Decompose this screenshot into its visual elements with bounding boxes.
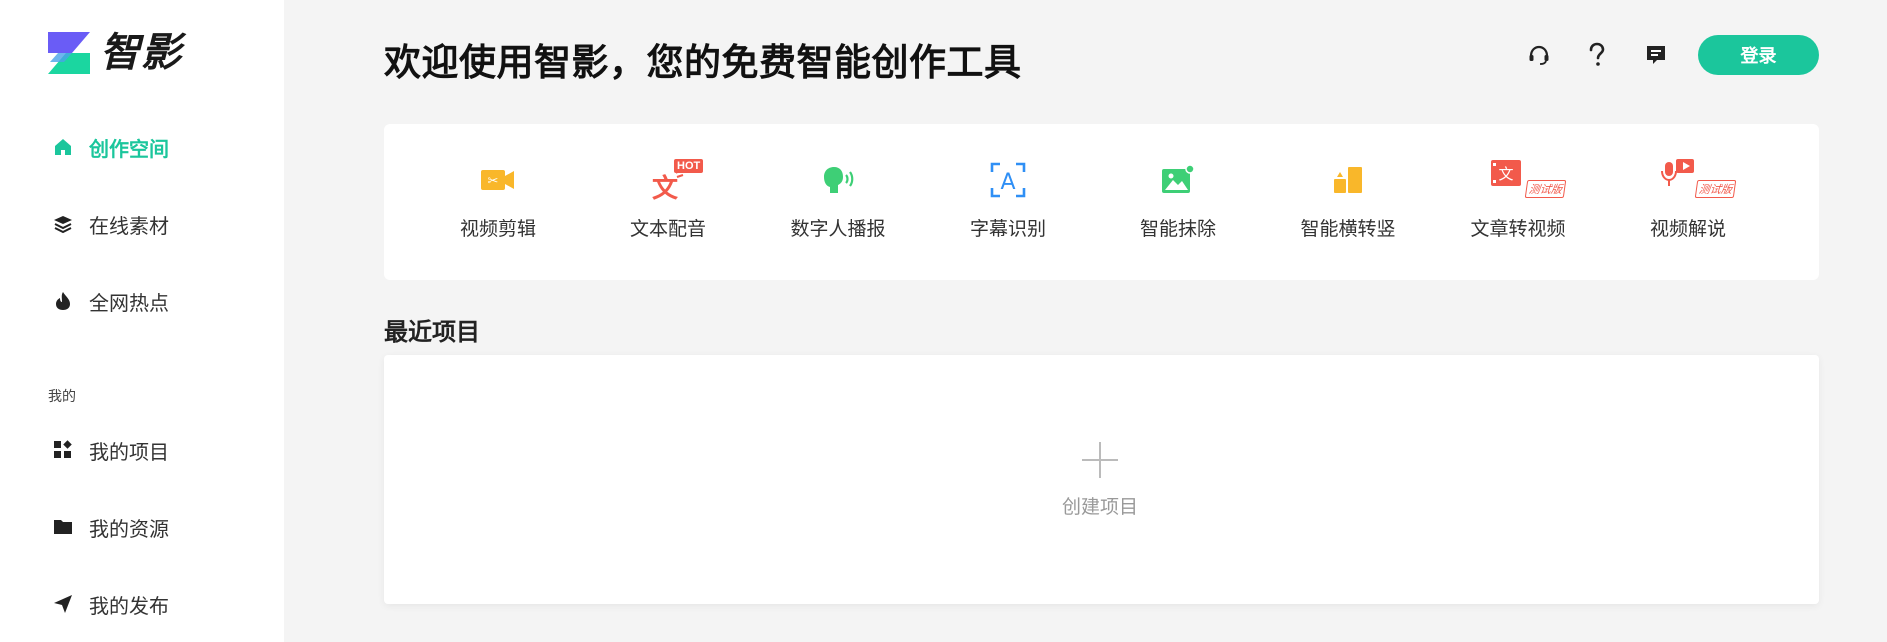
folder-icon [52, 516, 74, 538]
sidebar-item-my-publish[interactable]: 我的发布 [52, 586, 169, 622]
login-button[interactable]: 登录 [1698, 35, 1819, 75]
tool-video-edit[interactable]: ✂ 视频剪辑 [423, 158, 573, 258]
beta-badge: 测试版 [1694, 180, 1737, 198]
subtitle-icon: A [968, 158, 1048, 202]
tool-subtitle-recognition[interactable]: A 字幕识别 [933, 158, 1083, 258]
page-title: 欢迎使用智影，您的免费智能创作工具 [384, 41, 1022, 84]
tool-landscape-to-portrait[interactable]: 智能横转竖 [1273, 158, 1423, 258]
create-project-button[interactable]: 创建项目 [1040, 440, 1160, 540]
svg-text:文: 文 [1498, 165, 1513, 183]
sidebar-item-my-projects[interactable]: 我的项目 [52, 432, 169, 468]
sidebar-item-label: 我的发布 [89, 593, 169, 618]
video-edit-icon: ✂ [458, 158, 538, 202]
hot-badge: HOT [674, 159, 704, 173]
tool-label: 字幕识别 [969, 218, 1046, 240]
tool-video-narration[interactable]: 测试版 视频解说 [1613, 158, 1763, 258]
headset-icon[interactable] [1524, 40, 1554, 70]
sidebar-item-label: 创作空间 [89, 136, 169, 161]
tool-label: 数字人播报 [790, 218, 886, 240]
sidebar-item-label: 全网热点 [89, 290, 169, 315]
logo-mark-icon [48, 32, 90, 74]
digital-human-icon [798, 158, 878, 202]
tool-digital-human[interactable]: 数字人播报 [763, 158, 913, 258]
plus-icon [1082, 442, 1118, 478]
sidebar-item-online-materials[interactable]: 在线素材 [52, 206, 169, 242]
tool-label: 文本配音 [629, 218, 706, 240]
logo-text: 智影 [100, 30, 182, 76]
tool-label: 智能抹除 [1139, 218, 1216, 240]
sidebar-item-label: 我的资源 [89, 516, 169, 541]
tool-label: 智能横转竖 [1300, 218, 1396, 240]
feedback-icon[interactable] [1641, 40, 1671, 70]
layers-icon [52, 213, 74, 235]
sidebar-item-label: 在线素材 [89, 213, 169, 238]
tool-smart-erase[interactable]: 智能抹除 [1103, 158, 1253, 258]
sidebar: 智影 创作空间 在线素材 全网热点 我的 我的项目 我的资源 我的发布 [0, 0, 284, 642]
text-dub-icon: 文 HOT [628, 158, 708, 202]
beta-badge: 测试版 [1524, 180, 1567, 198]
fire-icon [52, 290, 74, 312]
tools-panel: ✂ 视频剪辑 文 HOT 文本配音 数字人播报 A 字幕识别 智能抹除 智能横转… [384, 124, 1819, 280]
sidebar-item-my-resources[interactable]: 我的资源 [52, 509, 169, 545]
grid-icon [52, 439, 74, 461]
send-icon [52, 593, 74, 615]
tool-label: 文章转视频 [1470, 218, 1566, 240]
home-icon [52, 136, 74, 158]
rotate-icon [1308, 158, 1388, 202]
logo[interactable]: 智影 [48, 32, 182, 74]
tool-article-to-video[interactable]: 文 测试版 文章转视频 [1443, 158, 1593, 258]
sidebar-item-creation-space[interactable]: 创作空间 [52, 129, 169, 165]
tool-label: 视频解说 [1649, 218, 1726, 240]
narration-icon: 测试版 [1648, 158, 1737, 202]
recent-projects-title: 最近项目 [384, 318, 480, 346]
article-video-icon: 文 测试版 [1478, 158, 1567, 202]
section-label-mine: 我的 [48, 389, 76, 405]
tool-label: 视频剪辑 [459, 218, 536, 240]
help-icon[interactable] [1582, 40, 1612, 70]
sidebar-item-label: 我的项目 [89, 439, 169, 464]
svg-text:文: 文 [652, 173, 679, 201]
tool-text-dubbing[interactable]: 文 HOT 文本配音 [593, 158, 743, 258]
erase-icon [1138, 158, 1218, 202]
svg-text:A: A [1000, 170, 1015, 195]
sidebar-item-trending[interactable]: 全网热点 [52, 283, 169, 319]
svg-text:✂: ✂ [488, 174, 499, 189]
create-project-label: 创建项目 [1061, 496, 1138, 518]
